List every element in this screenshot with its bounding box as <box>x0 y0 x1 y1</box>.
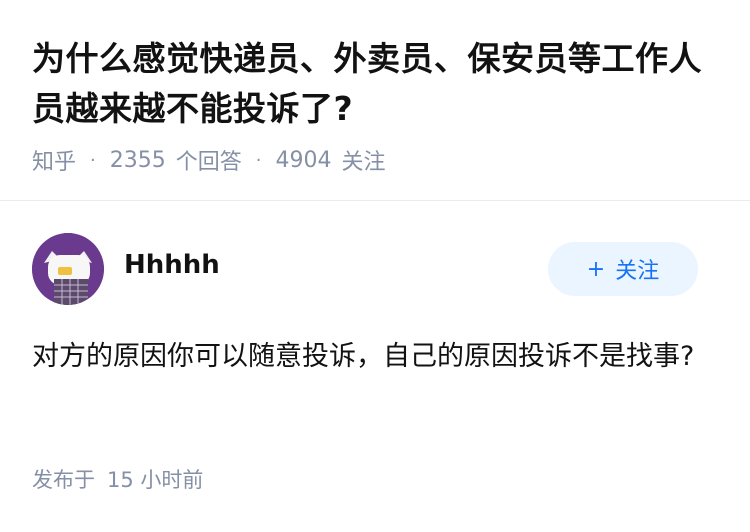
publish-time: 发布于 15 小时前 <box>32 464 203 494</box>
author-name[interactable]: Hhhhh <box>124 250 220 280</box>
follow-button[interactable]: + 关注 <box>548 242 698 296</box>
followers-count: 4904 <box>275 147 332 173</box>
separator-dot: · <box>255 149 262 171</box>
plus-icon: + <box>586 256 606 282</box>
divider <box>0 200 750 201</box>
avatar[interactable] <box>32 233 104 305</box>
followers-label: 关注 <box>341 150 386 175</box>
question-title[interactable]: 为什么感觉快递员、外卖员、保安员等工作人员越来越不能投诉了? <box>32 34 722 134</box>
answers-count: 2355 <box>109 147 166 173</box>
answers-label: 个回答 <box>175 150 242 175</box>
answer-content[interactable]: 对方的原因你可以随意投诉，自己的原因投诉不是找事? <box>32 331 712 383</box>
follow-button-label: 关注 <box>615 259 660 284</box>
publish-time-value: 15 小时前 <box>107 468 204 492</box>
separator-dot: · <box>90 149 96 171</box>
question-meta: 知乎 · 2355 个回答 · 4904 关注 <box>32 142 386 178</box>
publish-label: 发布于 <box>32 468 95 492</box>
avatar-image <box>32 233 104 305</box>
source-label[interactable]: 知乎 <box>32 144 76 176</box>
